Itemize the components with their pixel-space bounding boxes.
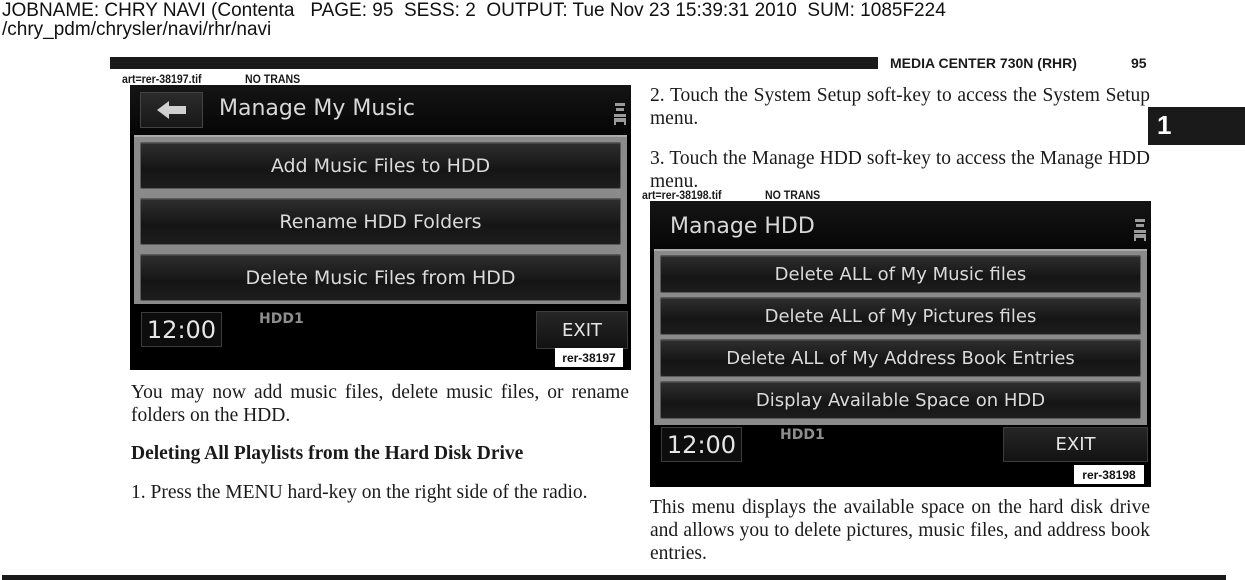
figure1-ref-tag: rer-38197: [555, 348, 623, 367]
clock-display: 12:00: [141, 312, 222, 347]
left-paragraph: You may now add music files, delete musi…: [131, 382, 629, 426]
job-header-line2: /chry_pdm/chrysler/navi/rhr/navi: [2, 19, 272, 40]
back-button[interactable]: [140, 92, 203, 128]
seat-icon: [614, 103, 626, 125]
running-head-bar: [110, 57, 878, 69]
clock-display: 12:00: [661, 427, 742, 462]
figure1-trans-label: NO TRANS: [245, 72, 301, 86]
menu-description: This menu displays the available space o…: [650, 497, 1150, 564]
seat-icon: [1134, 219, 1146, 241]
figure1-screen: Manage My Music Add Music Files to HDD R…: [130, 85, 631, 370]
running-head-page-number: 95: [1131, 55, 1147, 71]
running-head-section: MEDIA CENTER 730N (RHR): [890, 55, 1077, 71]
section-heading: Deleting All Playlists from the Hard Dis…: [131, 443, 524, 464]
rename-hdd-folders-button[interactable]: Rename HDD Folders: [140, 198, 621, 245]
figure2-art-label: art=rer-38198.tif: [642, 188, 722, 202]
screen-title: Manage HDD: [670, 214, 815, 239]
figure1-art-label: art=rer-38197.tif: [122, 72, 202, 86]
source-label: HDD1: [259, 311, 304, 327]
step-3: 3. Touch the Manage HDD soft-key to acce…: [650, 148, 1150, 192]
job-header-line1: JOBNAME: CHRY NAVI (Contenta PAGE: 95 SE…: [2, 0, 946, 21]
bottom-rule: [2, 575, 1226, 580]
delete-all-address-book-button[interactable]: Delete ALL of My Address Book Entries: [660, 339, 1141, 377]
menu-panel: Delete ALL of My Music files Delete ALL …: [654, 249, 1147, 425]
source-label: HDD1: [780, 427, 825, 443]
chapter-number: 1: [1157, 110, 1172, 140]
back-arrow-icon: [156, 101, 186, 119]
delete-music-files-button[interactable]: Delete Music Files from HDD: [140, 254, 621, 301]
chapter-tab: 1: [1148, 107, 1245, 145]
display-available-space-button[interactable]: Display Available Space on HDD: [660, 381, 1141, 419]
add-music-files-button[interactable]: Add Music Files to HDD: [140, 142, 621, 189]
delete-all-music-button[interactable]: Delete ALL of My Music files: [660, 255, 1141, 293]
menu-panel: Add Music Files to HDD Rename HDD Folder…: [134, 135, 627, 304]
figure2-screen: Manage HDD Delete ALL of My Music files …: [650, 201, 1151, 487]
exit-button[interactable]: EXIT: [536, 311, 628, 349]
step-1: 1. Press the MENU hard-key on the right …: [131, 482, 588, 503]
exit-button[interactable]: EXIT: [1003, 427, 1148, 462]
figure2-ref-tag: rer-38198: [1074, 465, 1144, 484]
figure2-trans-label: NO TRANS: [765, 188, 821, 202]
step-2: 2. Touch the System Setup soft-key to ac…: [650, 85, 1150, 129]
delete-all-pictures-button[interactable]: Delete ALL of My Pictures files: [660, 297, 1141, 335]
screen-title: Manage My Music: [219, 96, 415, 121]
